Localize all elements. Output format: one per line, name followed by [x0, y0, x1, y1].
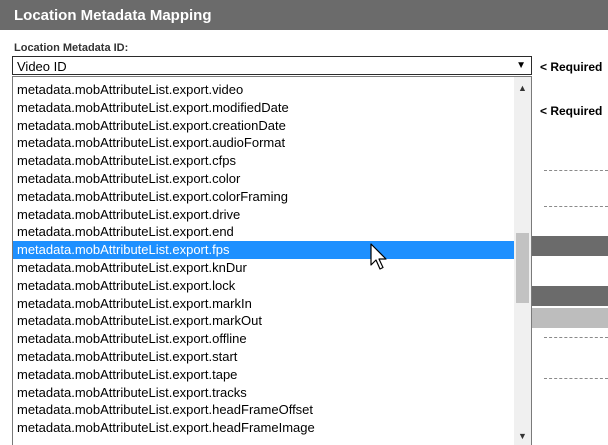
divider: [544, 378, 608, 379]
option-item[interactable]: metadata.mobAttributeList.export.creatio…: [13, 117, 515, 135]
background-section-bar: [532, 308, 608, 328]
option-item[interactable]: metadata.mobAttributeList.export.tracks: [13, 384, 515, 402]
option-item[interactable]: metadata.mobAttributeList.export.start: [13, 348, 515, 366]
option-item[interactable]: metadata.mobAttributeList.export.markIn: [13, 295, 515, 313]
location-metadata-id-select[interactable]: Video ID ▼: [12, 56, 532, 75]
option-item[interactable]: metadata.mobAttributeList.export.markOut: [13, 312, 515, 330]
option-item[interactable]: metadata.mobAttributeList.export.video: [13, 81, 515, 99]
option-item[interactable]: metadata.mobAttributeList.export.lock: [13, 277, 515, 295]
scrollbar-thumb[interactable]: [516, 233, 529, 303]
divider: [544, 337, 608, 338]
divider: [544, 170, 608, 171]
scroll-down-icon[interactable]: ▼: [518, 431, 527, 441]
option-list: metadata.mobAttributeList.export.video me…: [13, 81, 515, 437]
option-item[interactable]: metadata.mobAttributeList.export.tape: [13, 366, 515, 384]
divider: [544, 206, 608, 207]
section-title: Location Metadata Mapping: [14, 7, 212, 24]
option-item[interactable]: metadata.mobAttributeList.export.offline: [13, 330, 515, 348]
option-item[interactable]: metadata.mobAttributeList.export.knDur: [13, 259, 515, 277]
selected-value: Video ID: [17, 59, 67, 74]
option-item[interactable]: metadata.mobAttributeList.export.headFra…: [13, 419, 515, 437]
location-metadata-id-label: Location Metadata ID:: [14, 42, 129, 54]
dropdown-list[interactable]: metadata.mobAttributeList.export.video me…: [12, 76, 532, 445]
background-section-bar: [532, 286, 608, 306]
option-item[interactable]: metadata.mobAttributeList.export.cfps: [13, 152, 515, 170]
scrollbar[interactable]: ▲ ▼: [514, 77, 531, 445]
option-item[interactable]: metadata.mobAttributeList.export.fps: [13, 241, 515, 259]
background-section-bar: [532, 236, 608, 256]
option-item[interactable]: metadata.mobAttributeList.export.end: [13, 223, 515, 241]
required-marker: < Required: [540, 104, 603, 118]
section-header: Location Metadata Mapping: [0, 0, 608, 30]
required-marker: < Required: [540, 60, 603, 74]
option-item[interactable]: metadata.mobAttributeList.export.modifie…: [13, 99, 515, 117]
option-item[interactable]: metadata.mobAttributeList.export.colorFr…: [13, 188, 515, 206]
option-item[interactable]: metadata.mobAttributeList.export.color: [13, 170, 515, 188]
mouse-pointer-icon: [370, 243, 387, 270]
dropdown-arrow-icon[interactable]: ▼: [516, 60, 526, 71]
option-item[interactable]: metadata.mobAttributeList.export.audioFo…: [13, 134, 515, 152]
option-item[interactable]: metadata.mobAttributeList.export.drive: [13, 206, 515, 224]
option-item[interactable]: metadata.mobAttributeList.export.headFra…: [13, 401, 515, 419]
scroll-up-icon[interactable]: ▲: [518, 83, 527, 93]
